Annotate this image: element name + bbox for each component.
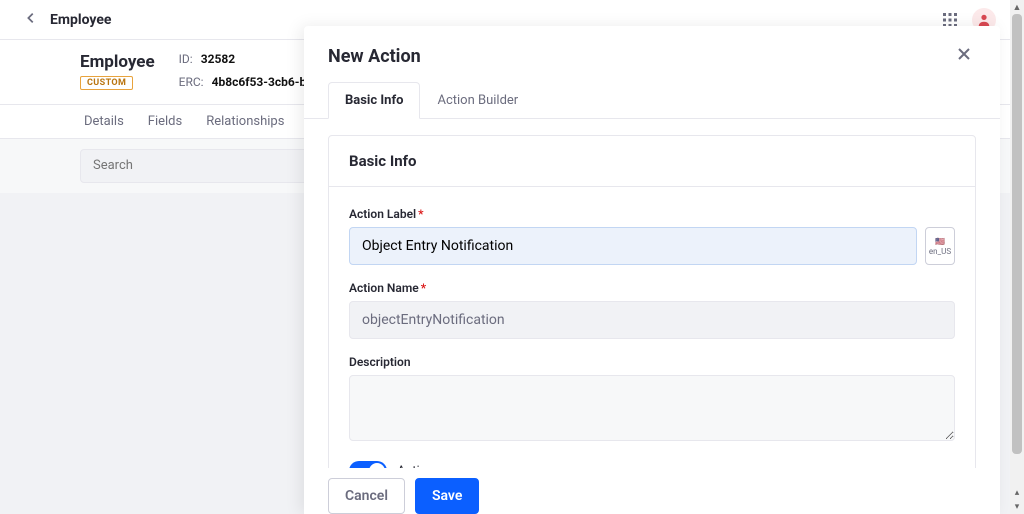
active-toggle[interactable] xyxy=(349,461,387,468)
tab-fields[interactable]: Fields xyxy=(148,114,182,129)
description-label: Description xyxy=(349,355,955,369)
basic-info-card: Basic Info Action Label* 🇺🇸 en_US xyxy=(328,135,976,468)
close-icon[interactable] xyxy=(952,42,976,70)
object-title: Employee xyxy=(80,52,155,72)
modal-footer: Cancel Save xyxy=(304,468,1000,514)
tab-relationships[interactable]: Relationships xyxy=(206,114,284,129)
tab-details[interactable]: Details xyxy=(84,114,124,129)
action-name-text: Action Name xyxy=(349,281,419,295)
new-action-modal: New Action Basic Info Action Builder Bas… xyxy=(304,26,1000,514)
id-label: ID: xyxy=(179,48,193,71)
scroll-thumb[interactable] xyxy=(1012,14,1022,454)
cancel-button[interactable]: Cancel xyxy=(328,478,405,514)
page-title: Employee xyxy=(50,12,111,28)
locale-label: en_US xyxy=(929,247,951,256)
modal-title: New Action xyxy=(328,46,421,67)
tab-basic-info[interactable]: Basic Info xyxy=(328,82,420,119)
back-icon[interactable] xyxy=(24,10,38,29)
tab-action-builder[interactable]: Action Builder xyxy=(420,82,535,119)
required-mark: * xyxy=(421,281,426,295)
save-button[interactable]: Save xyxy=(415,478,479,514)
scroll-down-arrow-icon[interactable]: ▾ xyxy=(1010,500,1024,514)
locale-button[interactable]: 🇺🇸 en_US xyxy=(925,227,955,265)
id-value: 32582 xyxy=(201,48,235,71)
card-title: Basic Info xyxy=(329,136,975,187)
modal-tabs: Basic Info Action Builder xyxy=(304,82,1000,119)
flag-icon: 🇺🇸 xyxy=(935,237,945,246)
action-label-label: Action Label* xyxy=(349,207,955,221)
custom-badge: CUSTOM xyxy=(80,76,133,90)
action-name-label: Action Name* xyxy=(349,281,955,295)
scroll-up-arrow-icon[interactable]: ▲ xyxy=(1010,0,1024,14)
scroll-up-small-icon[interactable]: ▴ xyxy=(1010,486,1024,500)
required-mark: * xyxy=(418,207,423,221)
action-name-input[interactable] xyxy=(349,301,955,339)
search-input[interactable] xyxy=(80,149,320,183)
window-scrollbar[interactable]: ▲ ▴ ▾ xyxy=(1010,0,1024,514)
description-input[interactable] xyxy=(349,375,955,441)
action-label-input[interactable] xyxy=(349,227,917,265)
erc-label: ERC: xyxy=(179,71,204,94)
action-label-text: Action Label xyxy=(349,207,416,221)
